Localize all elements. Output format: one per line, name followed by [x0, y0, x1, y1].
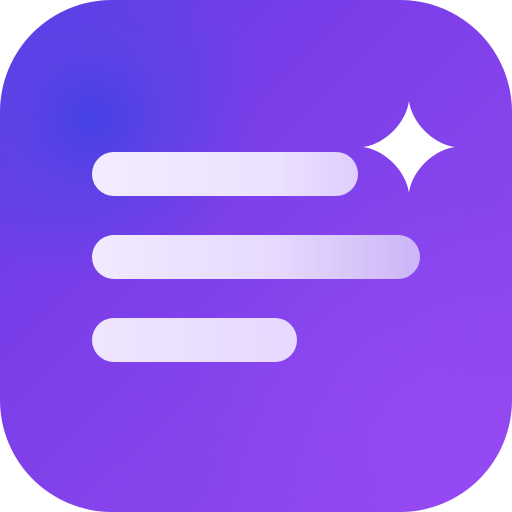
text-line-icon [92, 235, 420, 279]
app-icon [0, 0, 512, 512]
text-line-icon [92, 318, 297, 362]
sparkle-icon [363, 101, 455, 193]
text-line-icon [92, 152, 358, 196]
